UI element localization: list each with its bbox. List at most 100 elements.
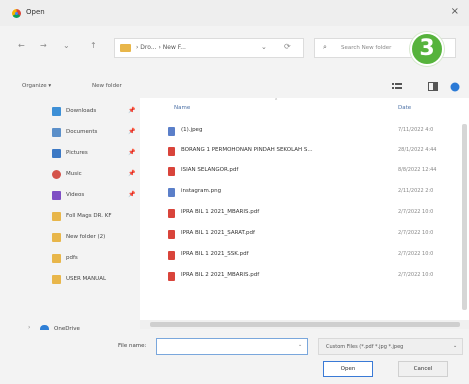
navigation-pane: Downloads 📌 Documents 📌 Pictures 📌 Music… xyxy=(0,98,140,336)
file-row[interactable]: IPRA BIL 2 2021_MBARIS.pdf 2/7/2022 10:0 xyxy=(140,267,460,285)
pdf-file-icon xyxy=(168,230,175,239)
sidebar-item-label: Music xyxy=(66,171,82,177)
file-date: 2/7/2022 10:0 xyxy=(398,251,434,257)
chrome-icon xyxy=(12,9,21,18)
file-row[interactable]: (1).jpeg 7/11/2022 4:0 xyxy=(140,122,460,140)
file-row[interactable]: IPRA BIL 1 2021_MBARIS.pdf 2/7/2022 10:0 xyxy=(140,204,460,222)
pdf-file-icon xyxy=(168,167,175,176)
pin-icon: 📌 xyxy=(128,128,136,135)
forward-button[interactable]: → xyxy=(40,41,47,50)
file-name: instagram.png xyxy=(181,188,222,194)
cancel-button[interactable]: Cancel xyxy=(398,361,448,377)
search-icon: ⌕ xyxy=(323,43,327,51)
music-icon xyxy=(52,170,61,179)
column-header-date[interactable]: Date xyxy=(398,105,411,111)
address-dropdown-icon[interactable]: ⌄ xyxy=(261,43,267,51)
pdf-file-icon xyxy=(168,209,175,218)
sidebar-item-documents[interactable]: Documents 📌 xyxy=(0,125,138,141)
address-bar[interactable]: › Dro... › New F... ⌄ ⟳ xyxy=(114,38,304,58)
file-name-label: File name: xyxy=(118,343,147,349)
sidebar-item-folder-2[interactable]: New folder (2) xyxy=(0,230,138,246)
sidebar-item-label: USER MANUAL xyxy=(66,276,107,282)
refresh-icon[interactable]: ⟳ xyxy=(284,42,291,51)
preview-pane-icon[interactable] xyxy=(428,82,438,91)
dialog-footer: File name: ⌄ Custom Files (*.pdf *.jpg *… xyxy=(0,330,469,384)
back-button[interactable]: ← xyxy=(18,41,25,50)
file-row[interactable]: IPRA BIL 1 2021_SARAT.pdf 2/7/2022 10:0 xyxy=(140,225,460,243)
pdf-file-icon xyxy=(168,147,175,156)
sort-caret-icon: ⌃ xyxy=(274,98,279,104)
image-file-icon xyxy=(168,127,175,136)
file-name: ISIAN SELANGOR.pdf xyxy=(181,167,239,173)
sidebar-item-videos[interactable]: Videos 📌 xyxy=(0,188,138,204)
sidebar-item-pictures[interactable]: Pictures 📌 xyxy=(0,146,138,162)
file-date: 7/11/2022 4:0 xyxy=(398,127,434,133)
folder-icon xyxy=(52,233,61,242)
download-icon xyxy=(52,107,61,116)
file-date: 2/7/2022 10:0 xyxy=(398,209,434,215)
new-folder-button[interactable]: New folder xyxy=(92,83,122,89)
sidebar-item-pdfs[interactable]: pdfs xyxy=(0,251,138,267)
file-name: (1).jpeg xyxy=(181,127,203,133)
file-name: IPRA BIL 1 2021_SSK.pdf xyxy=(181,251,249,257)
file-date: 2/7/2022 10:0 xyxy=(398,230,434,236)
file-name: IPRA BIL 1 2021_MBARIS.pdf xyxy=(181,209,260,215)
command-bar: Organize ▾ New folder xyxy=(0,80,469,96)
sidebar-item-label: Pictures xyxy=(66,150,88,156)
address-path[interactable]: › Dro... › New F... xyxy=(136,44,186,51)
sidebar-item-label: Foll Mags DR. KF xyxy=(66,213,112,219)
recent-locations-button[interactable]: ⌄ xyxy=(63,41,70,50)
videos-icon xyxy=(52,191,61,200)
file-date: 28/1/2022 4:44 xyxy=(398,147,437,153)
help-icon[interactable] xyxy=(450,82,460,92)
pictures-icon xyxy=(52,149,61,158)
folder-icon xyxy=(52,275,61,284)
open-button[interactable]: Open xyxy=(323,361,373,377)
sidebar-item-downloads[interactable]: Downloads 📌 xyxy=(0,104,138,120)
pin-icon: 📌 xyxy=(128,170,136,177)
file-row[interactable]: ISIAN SELANGOR.pdf 8/8/2022 12:44 xyxy=(140,162,460,180)
file-type-filter[interactable]: Custom Files (*.pdf *.jpg *.jpeg ⌄ xyxy=(318,338,463,355)
file-date: 8/8/2022 12:44 xyxy=(398,167,437,173)
file-date: 2/11/2022 2:0 xyxy=(398,188,434,194)
file-date: 2/7/2022 10:0 xyxy=(398,272,434,278)
sidebar-item-user-manual[interactable]: USER MANUAL xyxy=(0,272,138,288)
pin-icon: 📌 xyxy=(128,149,136,156)
file-name-dropdown-icon[interactable]: ⌄ xyxy=(298,342,302,348)
pdf-file-icon xyxy=(168,251,175,260)
sidebar-item-label: Videos xyxy=(66,192,85,198)
vertical-scrollbar[interactable] xyxy=(462,124,467,310)
navigation-bar: ← → ⌄ ↑ › Dro... › New F... ⌄ ⟳ ⌕ Search… xyxy=(0,36,469,58)
pdf-file-icon xyxy=(168,272,175,281)
folder-icon xyxy=(120,44,131,52)
scrollbar-thumb[interactable] xyxy=(150,322,460,327)
file-type-filter-value: Custom Files (*.pdf *.jpg *.jpeg xyxy=(326,344,404,350)
document-icon xyxy=(52,128,61,137)
close-button[interactable]: × xyxy=(451,6,459,17)
pin-icon: 📌 xyxy=(128,191,136,198)
folder-icon xyxy=(52,212,61,221)
sidebar-item-label: Downloads xyxy=(66,108,97,114)
file-row[interactable]: instagram.png 2/11/2022 2:0 xyxy=(140,183,460,201)
horizontal-scrollbar[interactable] xyxy=(140,320,469,329)
file-name: IPRA BIL 2 2021_MBARIS.pdf xyxy=(181,272,260,278)
sidebar-item-label: New folder (2) xyxy=(66,234,106,240)
sidebar-item-label: Documents xyxy=(66,129,98,135)
up-button[interactable]: ↑ xyxy=(90,41,97,50)
pin-icon: 📌 xyxy=(128,107,136,114)
file-name: BORANG 1 PERMOHONAN PINDAH SEKOLAH S... xyxy=(181,147,313,153)
sidebar-item-folder-1[interactable]: Foll Mags DR. KF xyxy=(0,209,138,225)
organize-button[interactable]: Organize ▾ xyxy=(22,83,51,89)
sidebar-item-label: pdfs xyxy=(66,255,78,261)
file-name-input[interactable] xyxy=(156,338,308,355)
file-row[interactable]: BORANG 1 PERMOHONAN PINDAH SEKOLAH S... … xyxy=(140,142,460,160)
step-number-badge: 3 xyxy=(410,32,444,66)
file-name: IPRA BIL 1 2021_SARAT.pdf xyxy=(181,230,255,236)
chevron-down-icon: ⌄ xyxy=(453,343,458,349)
column-header-name[interactable]: Name xyxy=(174,105,190,111)
search-input[interactable]: Search New folder xyxy=(341,45,391,51)
file-row[interactable]: IPRA BIL 1 2021_SSK.pdf 2/7/2022 10:0 xyxy=(140,246,460,264)
view-options-icon[interactable] xyxy=(392,82,402,91)
image-file-icon xyxy=(168,188,175,197)
sidebar-item-music[interactable]: Music 📌 xyxy=(0,167,138,183)
